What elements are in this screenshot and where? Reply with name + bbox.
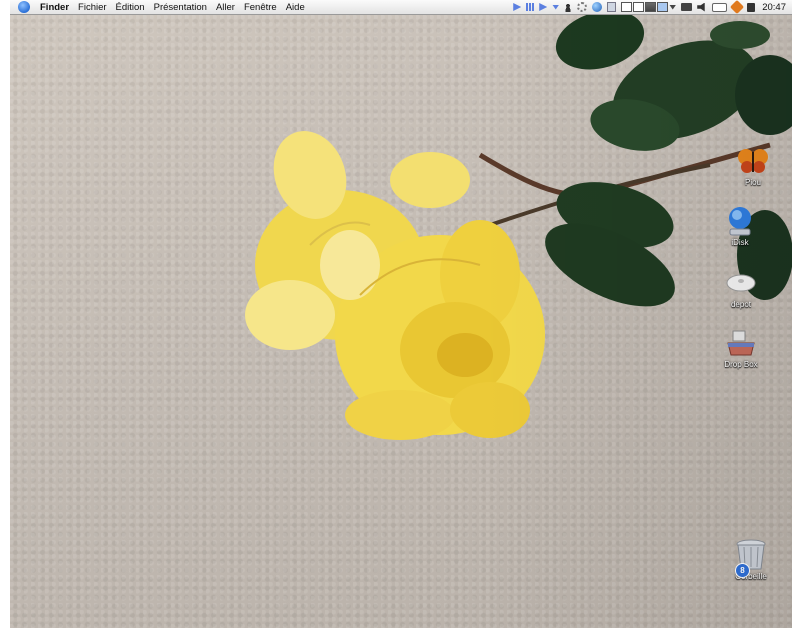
desktop-icon-piou[interactable]: Piou xyxy=(728,145,778,187)
drop-box-icon xyxy=(725,327,757,359)
itunes-menu-icon[interactable] xyxy=(552,4,560,10)
desktop-icon-label: iDisk xyxy=(731,238,749,247)
script-menu-icon[interactable] xyxy=(577,2,588,12)
volume-icon[interactable] xyxy=(697,2,705,12)
space-4-icon[interactable] xyxy=(657,2,669,12)
menu-fenetre[interactable]: Fenêtre xyxy=(244,2,277,13)
trash-count-badge: 8 xyxy=(735,563,750,578)
space-3-icon[interactable] xyxy=(645,2,657,12)
desktop-icon-label: depot xyxy=(730,300,752,309)
trash-icon: 8 xyxy=(735,539,767,578)
lock-icon[interactable] xyxy=(747,2,756,12)
desktop-icon-corbeille[interactable]: 8 Corbeille xyxy=(726,539,776,581)
menu-bar: Finder Fichier Édition Présentation Alle… xyxy=(10,0,792,15)
previous-track-icon[interactable] xyxy=(513,3,522,11)
desktop-wallpaper[interactable]: Piou iDisk depot Drop Box 8 Corbeille xyxy=(10,15,792,628)
pause-icon[interactable] xyxy=(526,3,535,11)
user-icon[interactable] xyxy=(564,2,573,12)
space-2-icon[interactable] xyxy=(633,2,645,12)
disk-icon xyxy=(725,267,757,299)
desktop-icon-label: Piou xyxy=(744,178,761,187)
menu-fichier[interactable]: Fichier xyxy=(78,2,107,13)
rose-wallpaper-image xyxy=(245,15,792,440)
butterfly-icon xyxy=(737,145,769,177)
menu-extras: 20:47 xyxy=(513,0,792,15)
menu-aide[interactable]: Aide xyxy=(286,2,305,13)
chevron-down-icon[interactable] xyxy=(669,4,677,10)
globe-icon[interactable] xyxy=(592,2,603,12)
next-track-icon[interactable] xyxy=(539,3,548,11)
desktop-icon-depot[interactable]: depot xyxy=(716,267,766,309)
idisk-icon xyxy=(724,205,756,237)
menu-clock[interactable]: 20:47 xyxy=(762,2,786,13)
screen: Finder Fichier Édition Présentation Alle… xyxy=(0,0,800,642)
apple-menu-icon[interactable] xyxy=(18,1,30,13)
battery-icon[interactable] xyxy=(712,2,728,12)
menu-edition[interactable]: Édition xyxy=(116,2,145,13)
display-icon[interactable] xyxy=(681,3,693,11)
desktop-icon-idisk[interactable]: iDisk xyxy=(715,205,765,247)
menu-finder[interactable]: Finder xyxy=(40,2,69,13)
menu-aller[interactable]: Aller xyxy=(216,2,235,13)
menu-presentation[interactable]: Présentation xyxy=(154,2,207,13)
security-icon[interactable] xyxy=(730,0,745,15)
document-icon[interactable] xyxy=(607,2,617,12)
desktop-icon-drop-box[interactable]: Drop Box xyxy=(716,327,766,369)
desktop-icon-label: Drop Box xyxy=(724,360,758,369)
space-1-icon[interactable] xyxy=(621,2,633,12)
